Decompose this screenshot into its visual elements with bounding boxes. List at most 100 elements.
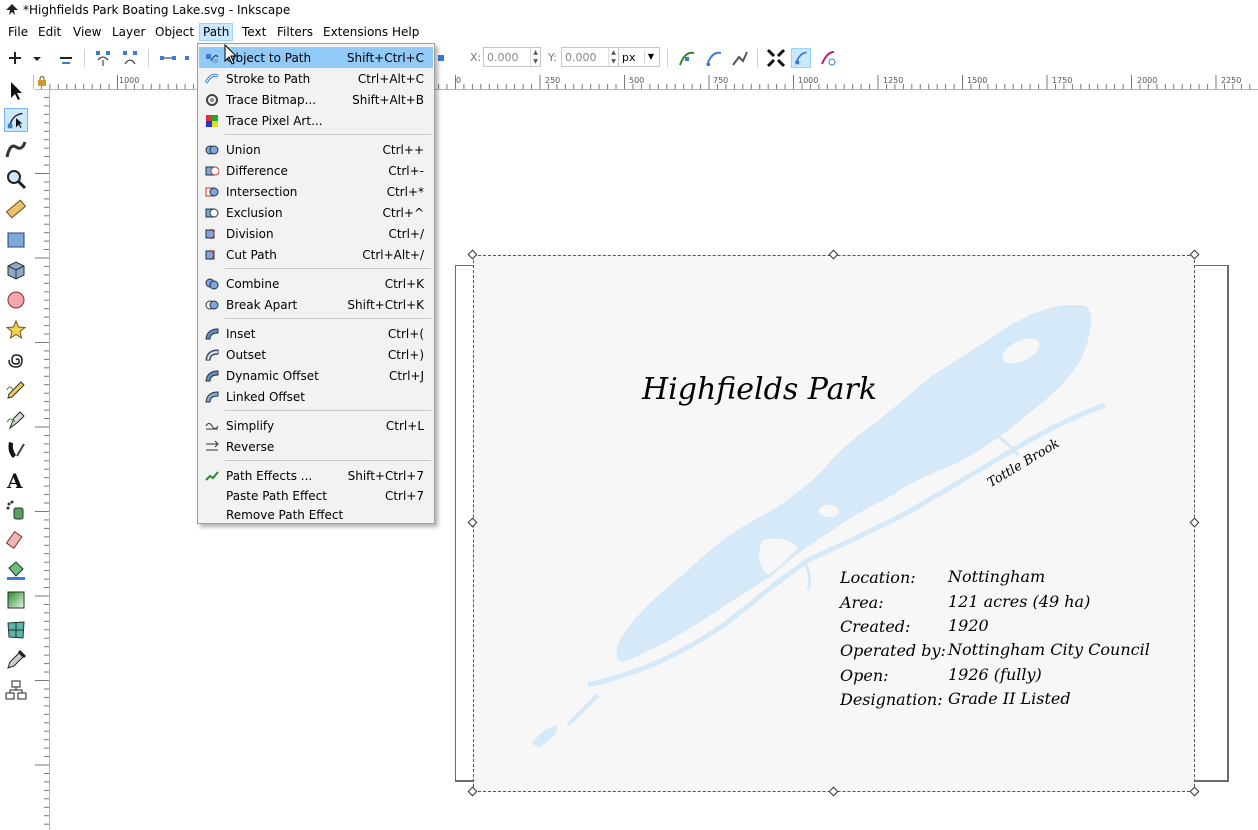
menu-item-linked-offset[interactable]: Linked Offset	[199, 386, 433, 407]
star-tool-icon[interactable]	[4, 318, 28, 342]
ruler-label: 1500	[967, 76, 988, 85]
pen-tool-icon[interactable]	[4, 408, 28, 432]
gradient-tool-icon[interactable]	[4, 588, 28, 612]
info-value-open: 1926 (fully)	[948, 665, 1042, 684]
break-path-icon[interactable]	[120, 48, 140, 68]
chevron-down-icon[interactable]	[30, 48, 44, 68]
window-title: *Highfields Park Boating Lake.svg - Inks…	[23, 3, 291, 17]
mesh-tool-icon[interactable]	[4, 618, 28, 642]
inset-icon	[205, 328, 219, 340]
menu-path[interactable]: Path	[199, 23, 234, 41]
calligraphy-tool-icon[interactable]	[4, 438, 28, 462]
lake-drawing[interactable]	[473, 255, 1195, 792]
stroke-to-path-tool-icon[interactable]	[704, 48, 724, 68]
outset-icon	[205, 349, 219, 361]
y-coordinate-field[interactable]: 0.000 ▲ ▼	[561, 47, 619, 67]
y-label: Y:	[548, 51, 557, 64]
show-transform-handles-icon[interactable]	[766, 48, 786, 68]
menu-item-cut-path[interactable]: Cut Path Ctrl+Alt+/	[199, 244, 433, 265]
show-clipping-path-icon[interactable]	[818, 48, 838, 68]
menu-item-simplify[interactable]: Simplify Ctrl+L	[199, 415, 433, 436]
mouse-cursor-icon	[224, 44, 238, 65]
spray-tool-icon[interactable]	[4, 498, 28, 522]
unit-select[interactable]: px ▼	[618, 47, 660, 67]
node-tool-partial-icon[interactable]	[436, 48, 448, 68]
connector-tool-icon[interactable]	[4, 678, 28, 702]
menu-item-shortcut: Ctrl+Alt+C	[357, 72, 424, 86]
node-tool-icon[interactable]	[4, 108, 28, 132]
menu-item-label: Reverse	[226, 440, 275, 454]
circle-tool-icon[interactable]	[4, 288, 28, 312]
add-node-icon[interactable]	[5, 48, 25, 68]
x-coordinate-field[interactable]: 0.000 ▲ ▼	[483, 47, 541, 67]
ruler-ticks	[35, 89, 49, 825]
trace-pixel-art-icon	[206, 115, 218, 127]
menu-item-combine[interactable]: Combine Ctrl+K	[199, 273, 433, 294]
menu-item-intersection[interactable]: Intersection Ctrl+*	[199, 181, 433, 202]
menu-text[interactable]: Text	[239, 24, 269, 40]
measure-tool-icon[interactable]	[4, 197, 28, 221]
menu-item-union[interactable]: Union Ctrl++	[199, 139, 433, 160]
ruler-label: 500	[629, 76, 645, 85]
x-stepper[interactable]: ▲ ▼	[530, 48, 540, 66]
menu-help[interactable]: Help	[389, 24, 422, 40]
menu-item-paste-path-effect[interactable]: Paste Path Effect Ctrl+7	[199, 485, 433, 506]
menu-item-label: Division	[226, 227, 274, 241]
menu-item-shortcut: Ctrl+*	[386, 185, 424, 199]
zoom-tool-icon[interactable]	[4, 167, 28, 191]
menu-extensions[interactable]: Extensions	[320, 24, 391, 40]
menu-item-shortcut: Shift+Ctrl+7	[347, 469, 424, 483]
join-nodes-icon[interactable]	[93, 48, 113, 68]
exclusion-icon	[205, 208, 219, 218]
menu-layer[interactable]: Layer	[109, 24, 148, 40]
tweak-tool-icon[interactable]	[4, 137, 28, 161]
pencil-tool-icon[interactable]	[4, 378, 28, 402]
menu-item-trace-bitmap[interactable]: Trace Bitmap... Shift+Alt+B	[199, 89, 433, 110]
menu-item-path-effects[interactable]: Path Effects ... Shift+Ctrl+7	[199, 465, 433, 486]
info-value-designation: Grade II Listed	[948, 689, 1071, 708]
menu-item-division[interactable]: Division Ctrl+/	[199, 223, 433, 244]
menu-item-shortcut: Ctrl++	[382, 143, 424, 157]
menu-item-inset[interactable]: Inset Ctrl+(	[199, 323, 433, 344]
paint-bucket-tool-icon[interactable]	[4, 558, 28, 582]
object-to-path-icon	[206, 54, 219, 63]
delete-node-icon[interactable]	[56, 48, 76, 68]
menu-item-reverse[interactable]: Reverse	[199, 436, 433, 457]
dropper-tool-icon[interactable]	[4, 648, 28, 672]
rectangle-tool-icon[interactable]	[4, 228, 28, 252]
menu-filters[interactable]: Filters	[274, 24, 316, 40]
menu-object[interactable]: Object	[152, 24, 197, 40]
chevron-down-icon: ▼	[644, 50, 657, 64]
spiral-tool-icon[interactable]	[4, 348, 28, 372]
selector-tool-icon[interactable]	[4, 79, 28, 103]
delete-segment-icon[interactable]	[183, 48, 195, 68]
menu-item-outset[interactable]: Outset Ctrl+)	[199, 344, 433, 365]
menu-item-dynamic-offset[interactable]: Dynamic Offset Ctrl+J	[199, 365, 433, 386]
menu-item-difference[interactable]: Difference Ctrl+-	[199, 160, 433, 181]
show-path-outline-icon[interactable]	[730, 48, 750, 68]
menu-item-shortcut: Shift+Ctrl+C	[346, 51, 424, 65]
menu-item-shortcut: Ctrl+J	[389, 369, 424, 383]
stroke-to-path-icon	[205, 73, 219, 84]
join-segment-icon[interactable]	[158, 48, 178, 68]
menu-item-label: Union	[226, 143, 261, 157]
menu-file[interactable]: File	[5, 24, 31, 40]
menu-item-exclusion[interactable]: Exclusion Ctrl+^	[199, 202, 433, 223]
text-tool-icon[interactable]: A	[4, 468, 28, 492]
toolbar-separator	[148, 49, 149, 67]
menu-item-remove-path-effect[interactable]: Remove Path Effect	[199, 504, 433, 525]
show-handles-icon[interactable]	[791, 48, 811, 68]
ruler-label: 1250	[883, 76, 904, 85]
lock-guides-icon[interactable]	[37, 75, 47, 86]
menu-item-label: Inset	[226, 327, 256, 341]
difference-icon	[205, 166, 219, 176]
y-stepper[interactable]: ▲ ▼	[608, 48, 618, 66]
3d-box-tool-icon[interactable]	[4, 258, 28, 282]
menu-item-break-apart[interactable]: Break Apart Shift+Ctrl+K	[199, 294, 433, 315]
menu-item-stroke-to-path[interactable]: Stroke to Path Ctrl+Alt+C	[199, 68, 433, 89]
menu-view[interactable]: View	[70, 24, 104, 40]
menu-item-trace-pixel-art[interactable]: Trace Pixel Art...	[199, 110, 433, 131]
menu-edit[interactable]: Edit	[35, 24, 64, 40]
eraser-tool-icon[interactable]	[4, 528, 28, 552]
object-to-path-tool-icon[interactable]	[677, 48, 697, 68]
